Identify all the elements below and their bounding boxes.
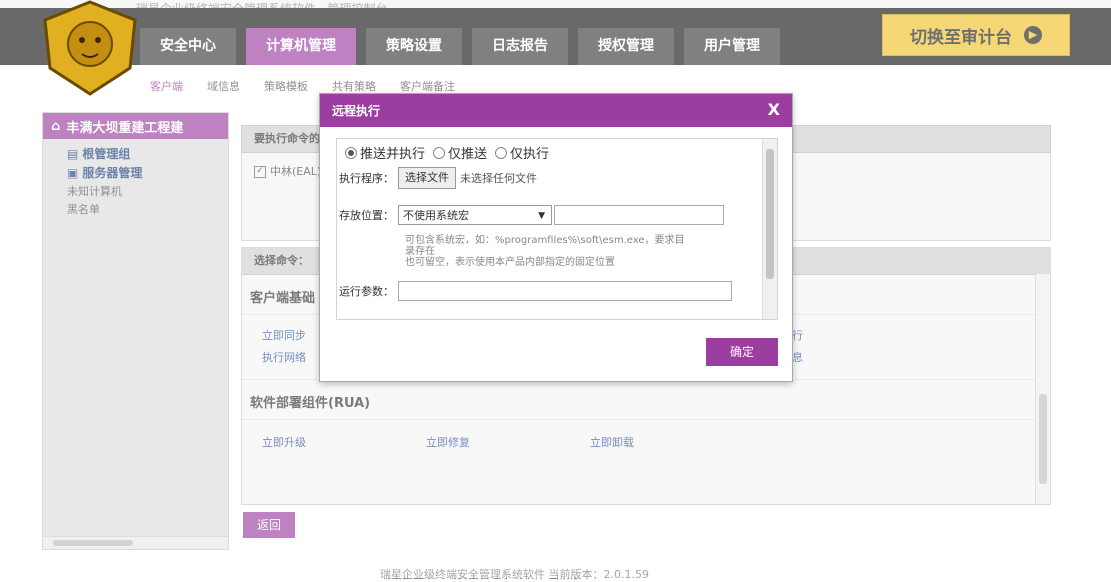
location-hint: 可包含系统宏，如：%programfiles%\soft\esm.exe，要求目… (405, 235, 763, 268)
dialog-vertical-scrollbar[interactable] (762, 139, 777, 319)
location-input[interactable] (554, 205, 724, 225)
hint-line-2: 录存在 (405, 246, 435, 257)
params-label: 运行参数： (339, 285, 394, 298)
program-row: 执行程序： 选择文件 未选择任何文件 (339, 167, 537, 189)
location-select-value: 不使用系统宏 (403, 209, 469, 222)
location-row: 存放位置： 不使用系统宏 ▼ (339, 205, 724, 225)
scroll-thumb[interactable] (766, 149, 774, 279)
location-label: 存放位置： (339, 209, 394, 222)
exec-mode-radios: 推送并执行 仅推送 仅执行 (345, 143, 549, 162)
dialog-header: 远程执行 X (320, 94, 792, 127)
dialog-content: 推送并执行 仅推送 仅执行 执行程序： 选择文件 未选择任何文件 存放位置： 不… (336, 138, 778, 320)
radio-dot (495, 146, 508, 159)
radio-push-only[interactable]: 仅推送 (433, 143, 487, 162)
radio-dot (345, 146, 357, 159)
program-label: 执行程序： (339, 172, 394, 185)
hint-line-1: 可包含系统宏，如：%programfiles%\soft\esm.exe，要求目 (405, 235, 685, 246)
remote-exec-dialog: 远程执行 X 推送并执行 仅推送 仅执行 执行程序： 选择文件 未选择任何文件 … (319, 93, 793, 382)
confirm-button[interactable]: 确定 (706, 338, 778, 366)
radio-exec-only[interactable]: 仅执行 (495, 143, 549, 162)
radio-dot (433, 146, 446, 159)
location-select[interactable]: 不使用系统宏 ▼ (398, 205, 552, 225)
close-icon[interactable]: X (768, 100, 780, 119)
radio-push-and-exec[interactable]: 推送并执行 (345, 143, 425, 162)
params-row: 运行参数： (339, 281, 732, 301)
chevron-down-icon: ▼ (538, 211, 545, 221)
radio-label: 仅执行 (510, 147, 550, 162)
dialog-title: 远程执行 (332, 104, 381, 118)
radio-label: 仅推送 (448, 147, 488, 162)
hint-line-3: 也可留空，表示使用本产品内部指定的固定位置 (405, 257, 615, 268)
radio-label: 推送并执行 (360, 147, 426, 162)
choose-file-button[interactable]: 选择文件 (398, 167, 456, 189)
params-input[interactable] (398, 281, 732, 301)
lion-logo (43, 0, 137, 96)
no-file-text: 未选择任何文件 (460, 172, 537, 185)
